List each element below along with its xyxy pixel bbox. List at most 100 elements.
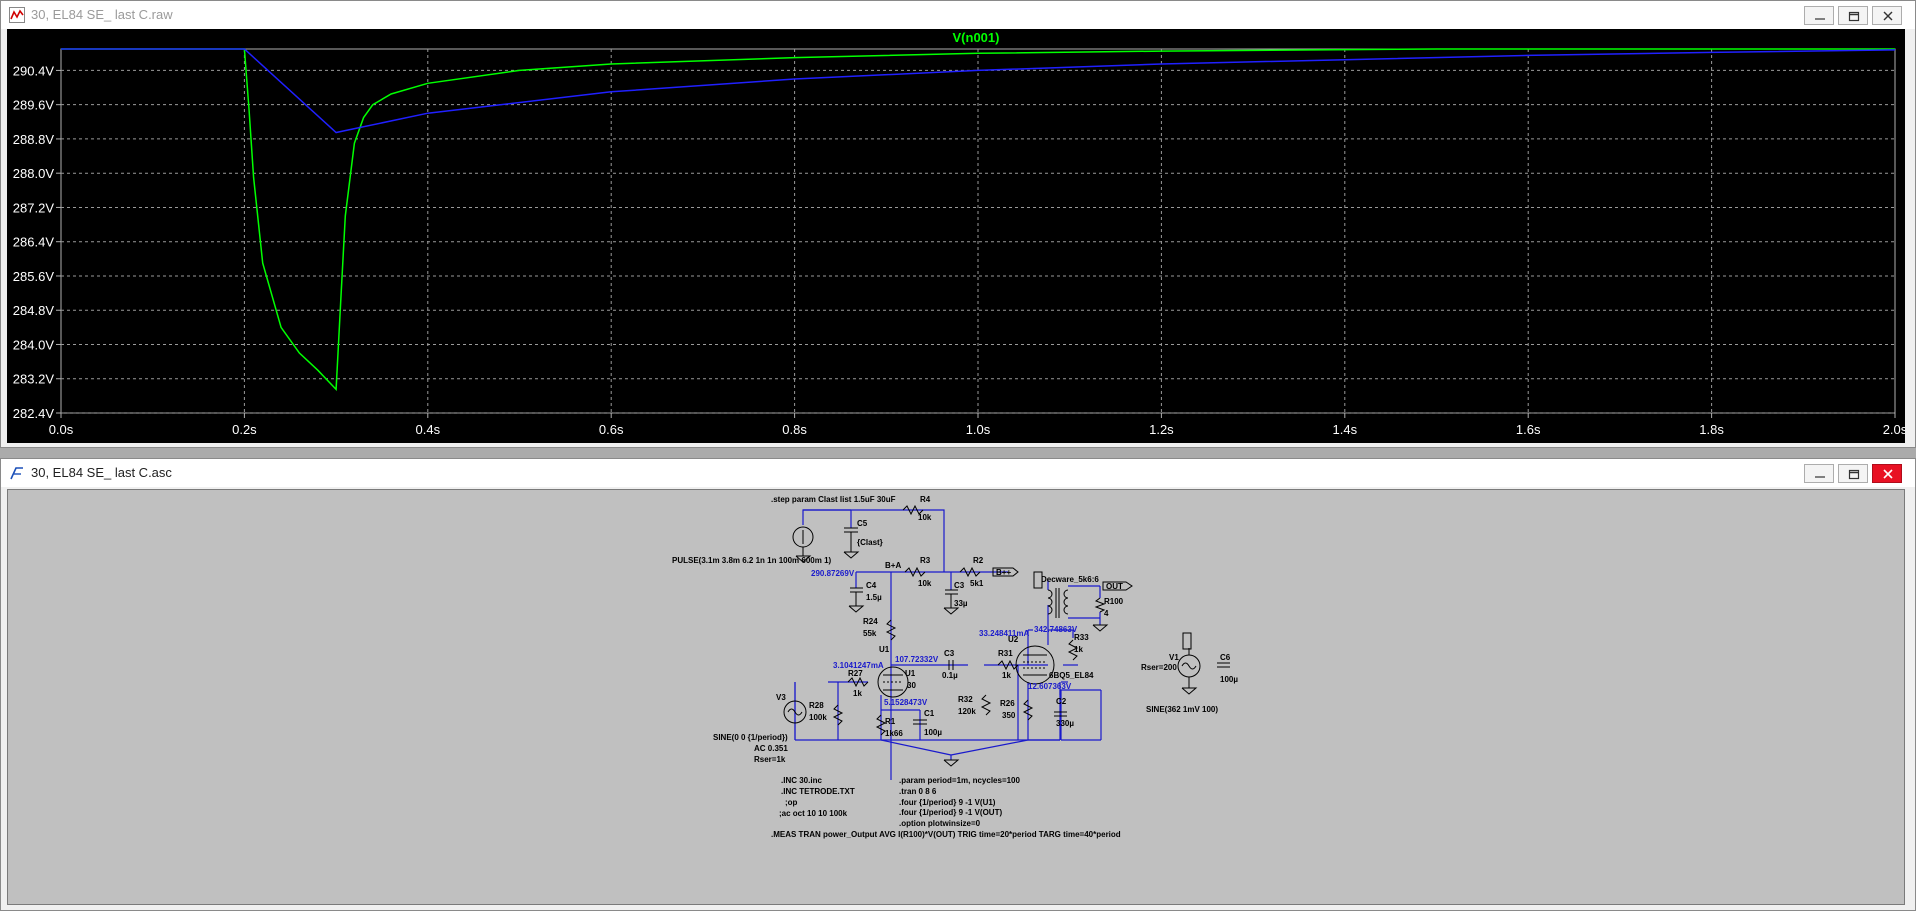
directive-right-1[interactable]: .param period=1m, ncycles=100	[899, 776, 1021, 785]
c5-label[interactable]: C5	[857, 519, 868, 528]
c6-value[interactable]: 100µ	[1220, 675, 1238, 684]
c2-value[interactable]: 330µ	[1056, 719, 1074, 728]
directive-right-5[interactable]: .option plotwinsize=0	[899, 819, 981, 828]
v3-rser[interactable]: Rser=1k	[754, 755, 786, 764]
close-button[interactable]	[1872, 464, 1902, 483]
r31-label[interactable]: R31	[998, 649, 1013, 658]
c4-label[interactable]: C4	[866, 581, 877, 590]
waveform-titlebar[interactable]: 30, EL84 SE_ last C.raw	[1, 1, 1915, 29]
directive-right-2[interactable]: .tran 0 8 6	[899, 787, 937, 796]
c1-label[interactable]: C1	[924, 709, 935, 718]
c1-value[interactable]: 100µ	[924, 728, 942, 737]
r100-label[interactable]: R100	[1104, 597, 1124, 606]
schematic-window: 30, EL84 SE_ last C.asc .step param Clas…	[0, 458, 1916, 911]
r27-value[interactable]: 1k	[853, 689, 862, 698]
v3-ac[interactable]: AC 0.351	[754, 744, 788, 753]
v3-label[interactable]: V3	[776, 693, 786, 702]
c3-label[interactable]: C3	[944, 649, 955, 658]
spice-directives: .INC 30.inc .INC TETRODE.TXT ;op ;ac oct…	[771, 776, 1121, 839]
transformer-label[interactable]: Decware_5k6:6	[1041, 575, 1099, 584]
meas-directive[interactable]: .MEAS TRAN power_Output AVG I(R100)*V(OU…	[771, 830, 1121, 839]
schematic-canvas[interactable]: .step param Clast list 1.5uF 30uF PULSE(…	[7, 489, 1905, 905]
r1-label[interactable]: R1	[885, 717, 896, 726]
x-tick-label: 0.2s	[232, 422, 257, 437]
b-plus-a-label[interactable]: B+A	[885, 561, 901, 570]
r28-label[interactable]: R28	[809, 701, 824, 710]
b-plus-plus-flag[interactable]: B++	[996, 568, 1011, 577]
directive-left-2[interactable]: .INC TETRODE.TXT	[781, 787, 855, 796]
restore-button[interactable]	[1838, 6, 1868, 25]
r3-value[interactable]: 10k	[918, 579, 932, 588]
pulse-source-value[interactable]: PULSE(3.1m 3.8m 6.2 1n 1n 100m 600m 1)	[672, 556, 832, 565]
u1-side-label[interactable]: U1	[879, 645, 890, 654]
r24-label[interactable]: R24	[863, 617, 878, 626]
x-tick-label: 0.6s	[599, 422, 624, 437]
r26-value[interactable]: 350	[1002, 711, 1016, 720]
schematic-titlebar[interactable]: 30, EL84 SE_ last C.asc	[1, 459, 1915, 487]
x-tick-label: 0.4s	[416, 422, 441, 437]
directive-right-4[interactable]: .four {1/period} 9 -1 V(OUT)	[899, 808, 1002, 817]
x-tick-label: 1.0s	[966, 422, 991, 437]
c2-label[interactable]: C2	[1056, 697, 1067, 706]
v1-sine[interactable]: SINE(362 1mV 100)	[1146, 705, 1218, 714]
c4-value[interactable]: 1.5µ	[866, 593, 882, 602]
x-tick-label: 2.0s	[1883, 422, 1905, 437]
minimize-button[interactable]	[1804, 6, 1834, 25]
r100-value[interactable]: 4	[1104, 609, 1109, 618]
out-flag[interactable]: OUT	[1106, 582, 1123, 591]
r4-value[interactable]: 10k	[918, 513, 932, 522]
r27-label[interactable]: R27	[848, 669, 863, 678]
schematic-app-icon	[10, 467, 23, 480]
r32-label[interactable]: R32	[958, 695, 973, 704]
v1-label[interactable]: V1	[1169, 653, 1179, 662]
r32-value[interactable]: 120k	[958, 707, 976, 716]
r33-label[interactable]: R33	[1074, 633, 1089, 642]
c3-value[interactable]: 0.1µ	[942, 671, 958, 680]
schematic-window-title: 30, EL84 SE_ last C.asc	[31, 465, 172, 480]
r2-label[interactable]: R2	[973, 556, 984, 565]
minimize-button[interactable]	[1804, 464, 1834, 483]
c3-33u-value[interactable]: 33µ	[954, 599, 968, 608]
r26-label[interactable]: R26	[1000, 699, 1015, 708]
u1-label[interactable]: U1	[905, 669, 916, 678]
u2-value[interactable]: 6BQ5_EL84	[1049, 671, 1094, 680]
y-axis-ticks: 290.4V 289.6V 288.8V 288.0V 287.2V 286.4V 285.…	[13, 63, 61, 421]
directive-left-1[interactable]: .INC 30.inc	[781, 776, 822, 785]
r28-value[interactable]: 100k	[809, 713, 827, 722]
u2-cathode-voltage: 12.607363V	[1028, 682, 1072, 691]
directive-left-4[interactable]: ;ac oct 10 10 100k	[779, 809, 848, 818]
r24-value[interactable]: 55k	[863, 629, 877, 638]
y-tick-label: 288.0V	[13, 166, 55, 181]
minimize-icon	[1815, 476, 1825, 478]
u1-value[interactable]: 30	[907, 681, 916, 690]
r3-label[interactable]: R3	[920, 556, 931, 565]
b-plus-voltage: 290.87269V	[811, 569, 855, 578]
y-tick-label: 287.2V	[13, 200, 55, 215]
plot-grid	[61, 49, 1895, 414]
c5-value[interactable]: {Clast}	[857, 538, 883, 547]
x-axis-ticks: 0.0s 0.2s 0.4s 0.6s 0.8s 1.0s 1.2s 1.4s 1.6s 1.8s…	[49, 413, 1908, 437]
r1-value[interactable]: 1k66	[885, 729, 903, 738]
r2-value[interactable]: 5k1	[970, 579, 984, 588]
y-tick-label: 285.6V	[13, 269, 55, 284]
y-tick-label: 284.0V	[13, 337, 55, 352]
restore-icon	[1848, 11, 1860, 22]
close-button[interactable]	[1872, 6, 1902, 25]
v3-sine[interactable]: SINE(0 0 {1/period})	[713, 733, 788, 742]
c3-33u-label[interactable]: C3	[954, 581, 965, 590]
restore-button[interactable]	[1838, 464, 1868, 483]
r33-value[interactable]: 1k	[1074, 645, 1083, 654]
directive-right-3[interactable]: .four {1/period} 9 -1 V(U1)	[899, 798, 996, 807]
c6-label[interactable]: C6	[1220, 653, 1231, 662]
schematic-drawing[interactable]: .step param Clast list 1.5uF 30uF PULSE(…	[8, 490, 1904, 904]
waveform-plot-pane[interactable]: V(n001) 290.4V 289.6V 288.8V 288.0V 287.2V 28…	[7, 29, 1908, 443]
r4-label[interactable]: R4	[920, 495, 931, 504]
waveform-plot[interactable]: V(n001) 290.4V 289.6V 288.8V 288.0V 287.2V 28…	[7, 29, 1908, 443]
trace-label[interactable]: V(n001)	[953, 30, 1000, 45]
step-directive[interactable]: .step param Clast list 1.5uF 30uF	[771, 495, 896, 504]
directive-left-3[interactable]: ;op	[785, 798, 798, 807]
v1-rser[interactable]: Rser=200	[1141, 663, 1177, 672]
r31-value[interactable]: 1k	[1002, 671, 1011, 680]
x-tick-label: 0.8s	[782, 422, 807, 437]
restore-icon	[1848, 469, 1860, 480]
